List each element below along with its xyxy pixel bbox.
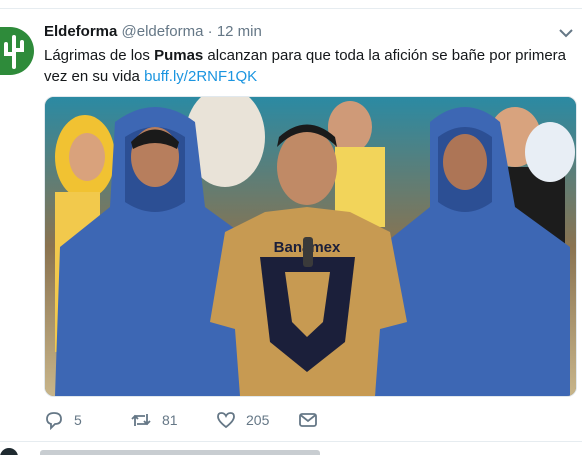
tweet-text-before: Lágrimas de los <box>44 47 155 64</box>
retweet-icon[interactable] <box>130 410 152 430</box>
chevron-down-icon[interactable] <box>557 26 575 40</box>
tweet-photo[interactable]: Banamex <box>44 96 577 397</box>
tweet-actions: 5 81 205 <box>44 410 344 434</box>
photo-illustration: Banamex <box>45 97 576 396</box>
bottom-divider <box>0 441 582 442</box>
cactus-logo-icon <box>4 35 24 69</box>
like-icon[interactable] <box>216 410 236 430</box>
author-name[interactable]: Eldeforma <box>44 23 117 40</box>
reply-action[interactable]: 5 <box>44 410 82 430</box>
tweet-header: Eldeforma @eldeforma · 12 min <box>44 23 262 40</box>
tweet-link[interactable]: buff.ly/2RNF1QK <box>144 68 257 85</box>
top-divider <box>0 8 582 9</box>
like-count: 205 <box>246 412 270 428</box>
reply-count: 5 <box>74 412 82 428</box>
next-tweet-preview[interactable] <box>0 448 582 455</box>
timestamp[interactable]: 12 min <box>217 23 262 40</box>
dm-action[interactable] <box>298 410 318 430</box>
reply-icon[interactable] <box>44 410 64 430</box>
next-tweet-header-placeholder <box>40 450 320 455</box>
retweet-count: 81 <box>162 412 178 428</box>
separator-dot: · <box>207 23 213 40</box>
like-action[interactable]: 205 <box>216 410 269 430</box>
dm-icon[interactable] <box>298 410 318 430</box>
tweet-text-bold: Pumas <box>154 47 204 64</box>
avatar[interactable] <box>0 27 34 75</box>
author-handle[interactable]: @eldeforma <box>122 23 204 40</box>
tweet-card[interactable]: Eldeforma @eldeforma · 12 min Lágrimas d… <box>0 12 582 442</box>
tweet-text: Lágrimas de los Pumas alcanzan para que … <box>44 45 574 87</box>
retweet-action[interactable]: 81 <box>130 410 178 430</box>
next-tweet-avatar[interactable] <box>0 448 18 455</box>
